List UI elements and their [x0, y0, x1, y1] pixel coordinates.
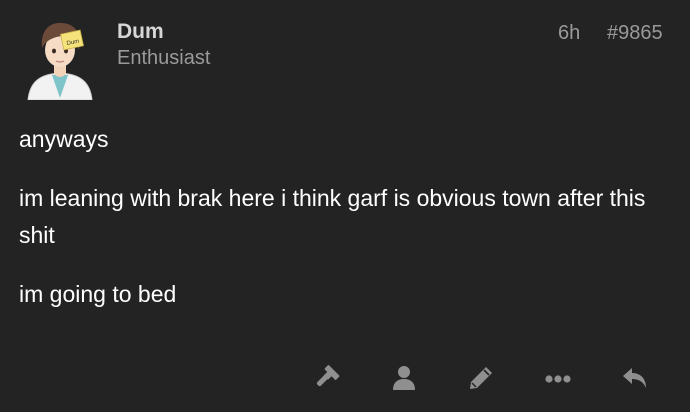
user-button[interactable]: [382, 356, 426, 400]
edit-button[interactable]: [459, 356, 503, 400]
post: Dum Dum Enthusiast 6h #9865 anyways im l…: [0, 0, 690, 412]
post-number[interactable]: #9865: [607, 22, 663, 45]
avatar[interactable]: Dum: [22, 18, 98, 101]
ellipsis-icon: [545, 375, 571, 383]
more-button[interactable]: [536, 356, 580, 400]
gavel-icon: [316, 365, 340, 387]
avatar-image: Dum: [27, 22, 93, 101]
post-paragraph: im leaning with brak here i think garf i…: [19, 185, 646, 248]
post-actions: [0, 356, 690, 400]
post-paragraph: im going to bed: [19, 281, 177, 307]
post-paragraph: anyways: [19, 126, 109, 152]
post-body: anyways im leaning with brak here i thin…: [19, 121, 669, 335]
reply-icon: [623, 368, 646, 388]
flag-button[interactable]: [305, 356, 349, 400]
user-icon: [393, 366, 415, 390]
pencil-icon: [470, 367, 492, 389]
reply-button[interactable]: [613, 356, 657, 400]
post-age[interactable]: 6h: [558, 22, 580, 45]
user-title: Enthusiast: [117, 47, 211, 69]
username[interactable]: Dum: [117, 20, 164, 44]
